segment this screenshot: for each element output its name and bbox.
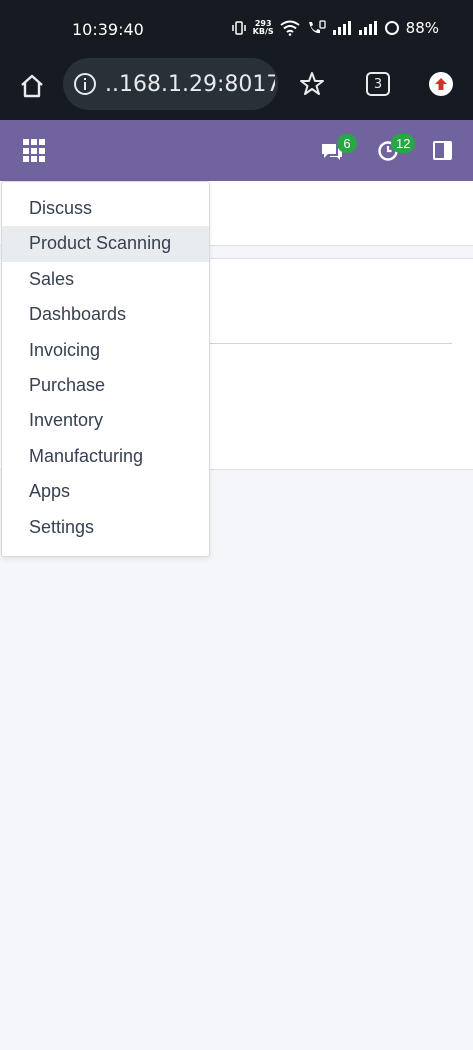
net-speed: 293 KB/S [253, 20, 274, 36]
tab-switcher-button[interactable]: 3 [366, 72, 390, 96]
status-icons: 293 KB/S 88% [231, 19, 439, 37]
upload-arrow-icon [435, 78, 447, 90]
status-time: 10:39:40 [72, 20, 144, 39]
menu-item-discuss[interactable]: Discuss [2, 191, 209, 226]
battery-percent: 88% [405, 19, 439, 37]
menu-item-inventory[interactable]: Inventory [2, 403, 209, 438]
url-bar[interactable]: ..168.1.29:8017 [63, 58, 278, 110]
signal-icon [358, 21, 377, 35]
menu-item-purchase[interactable]: Purchase [2, 368, 209, 403]
home-icon[interactable] [18, 72, 46, 100]
info-icon[interactable] [73, 72, 97, 96]
menu-item-dashboards[interactable]: Dashboards [2, 297, 209, 332]
signal-icon [332, 21, 351, 35]
wifi-icon [280, 20, 300, 36]
apps-menu-icon[interactable] [23, 139, 47, 163]
status-bar: 10:39:40 293 KB/S 88% [0, 0, 473, 58]
menu-item-invoicing[interactable]: Invoicing [2, 333, 209, 368]
url-text: ..168.1.29:8017 [105, 71, 275, 97]
activities-badge: 12 [391, 134, 416, 153]
messages-badge: 6 [337, 134, 357, 153]
tab-count: 3 [373, 76, 383, 92]
menu-item-manufacturing[interactable]: Manufacturing [2, 439, 209, 474]
extension-button[interactable] [429, 72, 453, 96]
menu-item-apps[interactable]: Apps [2, 474, 209, 509]
battery-icon [384, 21, 399, 35]
sidebar-toggle-icon[interactable] [433, 141, 452, 160]
browser-toolbar: ..168.1.29:8017 3 [0, 58, 473, 120]
menu-item-sales[interactable]: Sales [2, 262, 209, 297]
bookmark-star-icon[interactable] [298, 70, 326, 98]
menu-item-product-scanning[interactable]: Product Scanning [2, 226, 209, 262]
net-speed-unit: KB/S [252, 27, 274, 36]
apps-dropdown-menu: Discuss Product Scanning Sales Dashboard… [1, 181, 210, 557]
vibrate-icon [231, 21, 246, 35]
wifi-calling-icon [308, 20, 326, 34]
divider [210, 343, 452, 344]
menu-item-settings[interactable]: Settings [2, 510, 209, 545]
